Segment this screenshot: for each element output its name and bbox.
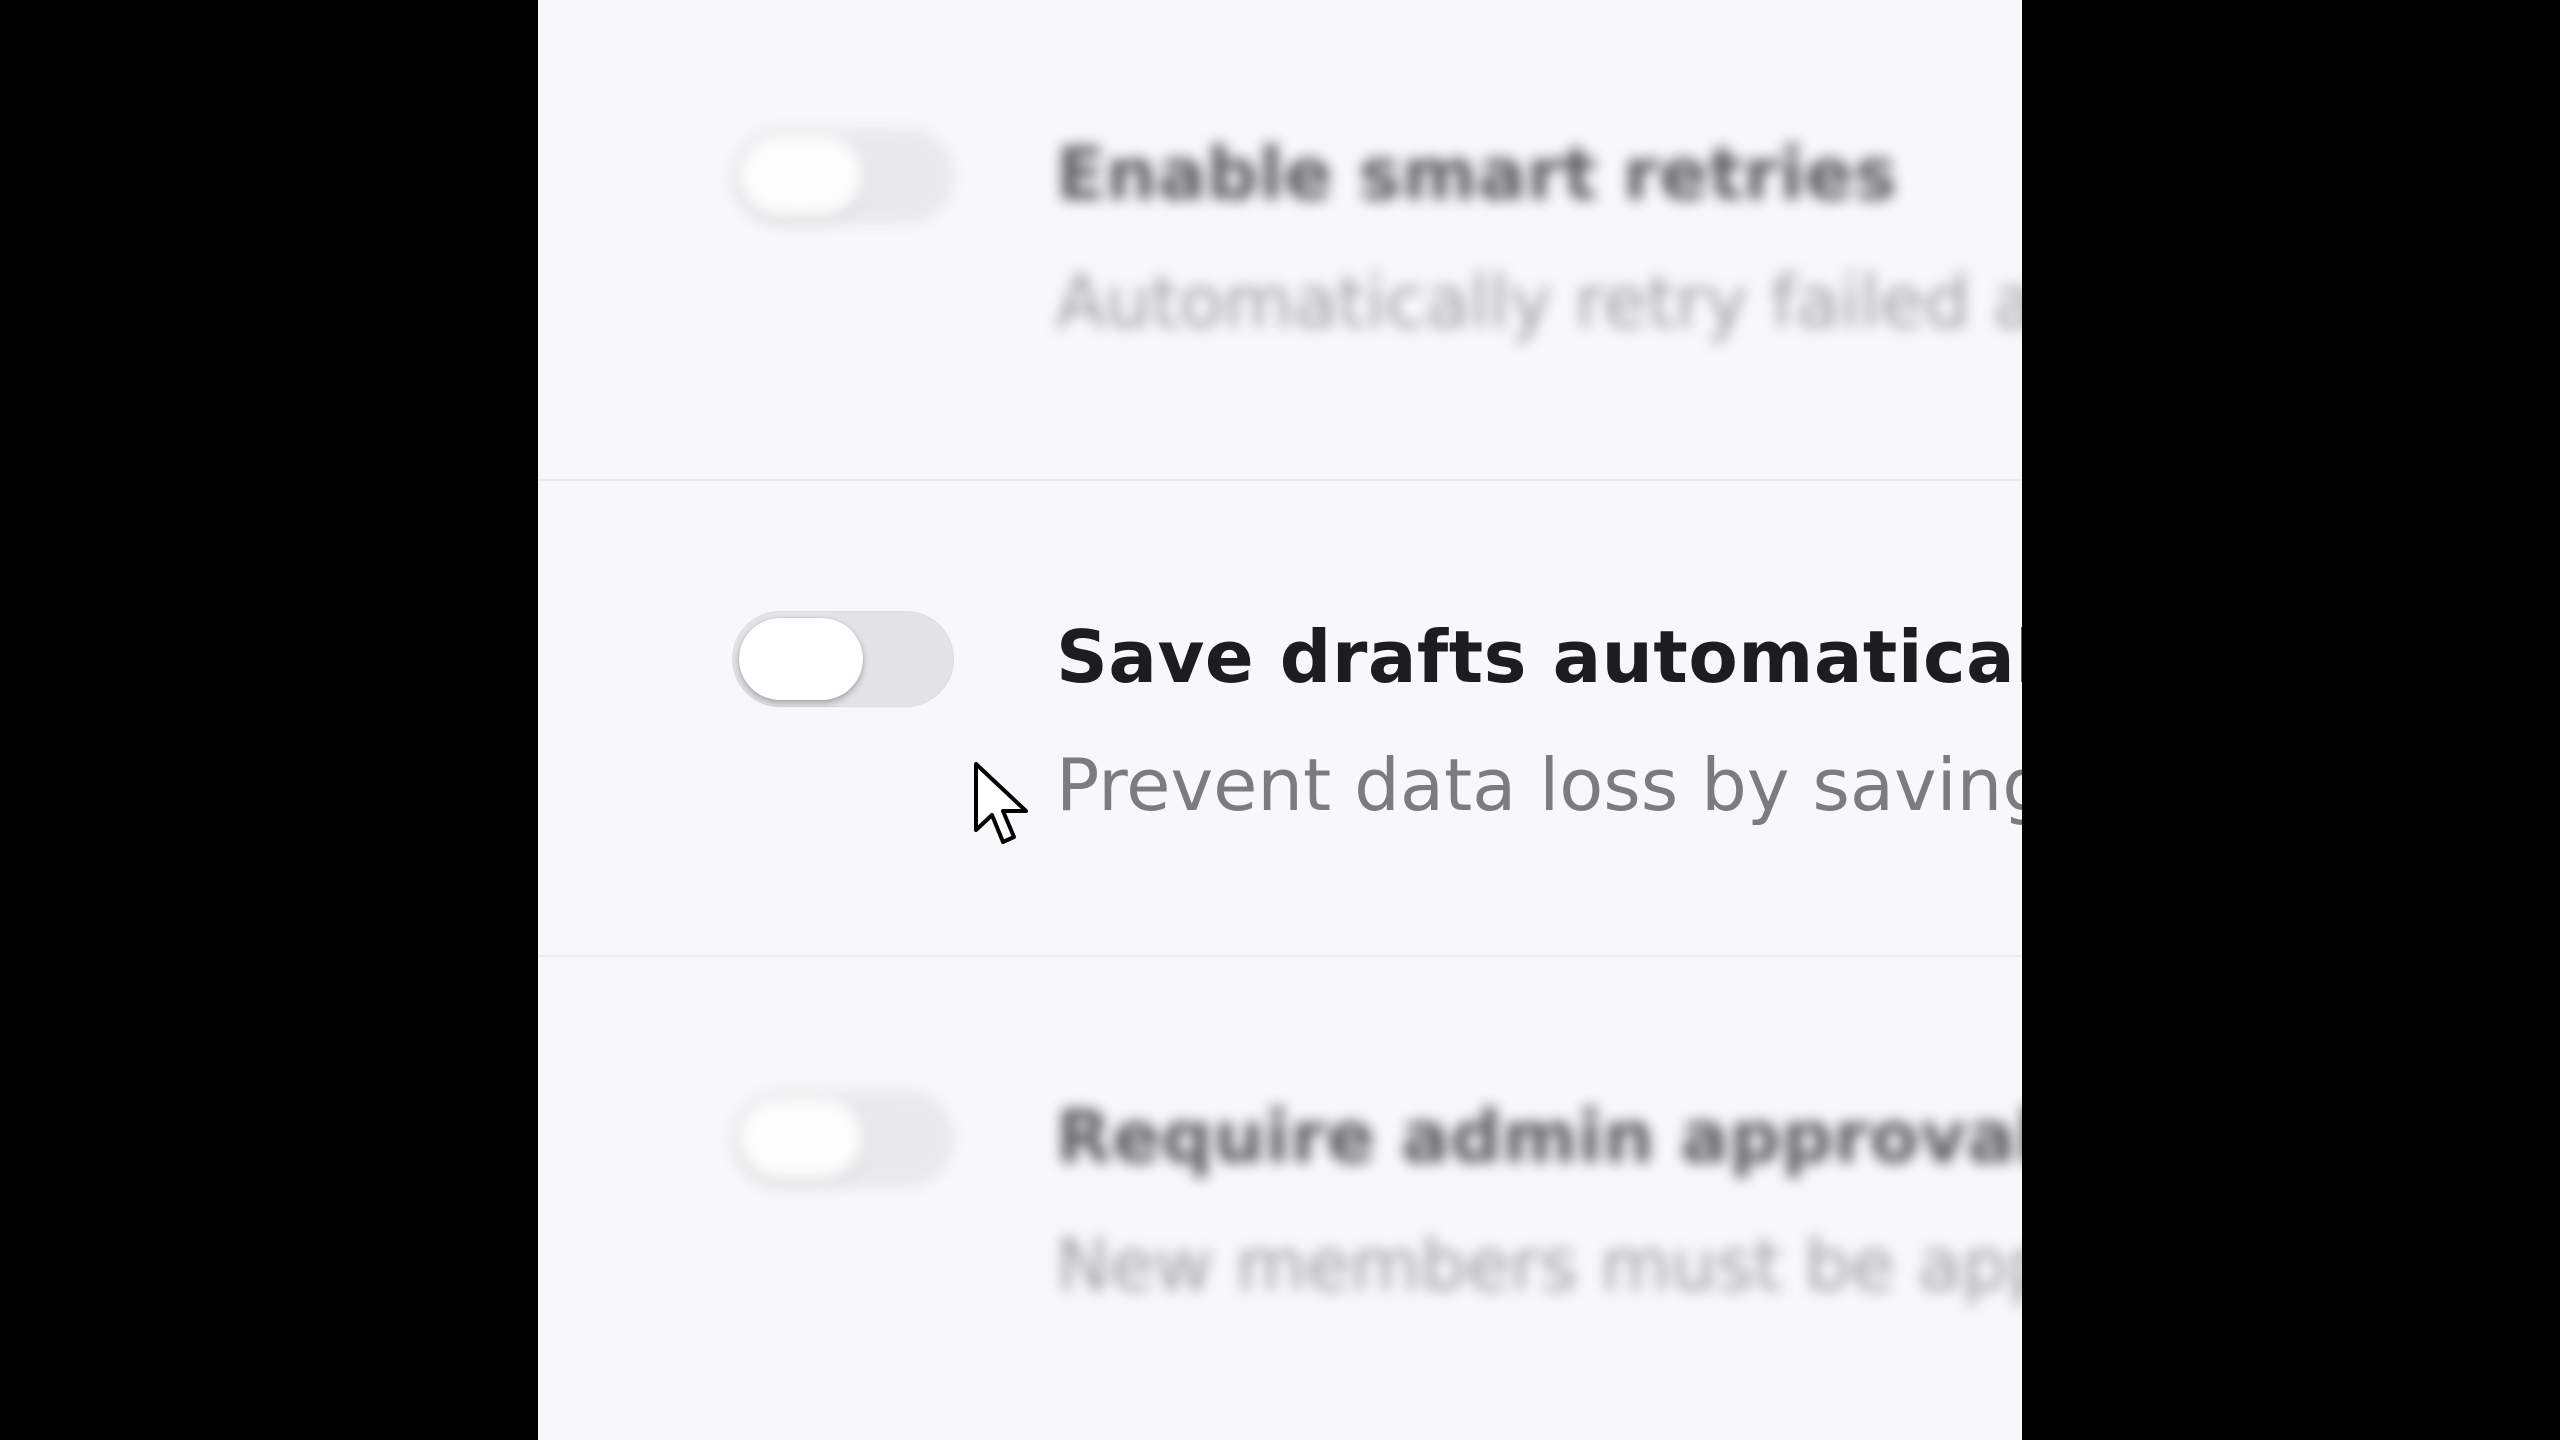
screen: Enable smart retries Automatically retry… [0, 0, 2560, 1440]
setting-description: New members must be app [1056, 1223, 2022, 1307]
setting-description: Prevent data loss by saving [1056, 743, 2022, 827]
settings-panel: Enable smart retries Automatically retry… [538, 0, 2022, 1440]
admin-approval-toggle[interactable] [732, 1091, 954, 1187]
setting-title: Require admin approval [1056, 1095, 2022, 1179]
setting-title: Save drafts automatically [1056, 615, 2022, 699]
toggle-knob [739, 135, 863, 217]
save-drafts-toggle[interactable] [732, 611, 954, 707]
setting-row-save-drafts[interactable]: Save drafts automatically Prevent data l… [538, 481, 2022, 956]
arrow-pointer-icon [974, 762, 1028, 844]
toggle-knob [739, 1098, 863, 1180]
toggle-knob [739, 618, 863, 700]
smart-retries-toggle[interactable] [732, 128, 954, 224]
setting-description: Automatically retry failed ac [1056, 260, 2022, 344]
setting-row-smart-retries[interactable]: Enable smart retries Automatically retry… [538, 0, 2022, 480]
setting-title: Enable smart retries [1056, 132, 1898, 216]
setting-row-admin-approval[interactable]: Require admin approval New members must … [538, 957, 2022, 1440]
